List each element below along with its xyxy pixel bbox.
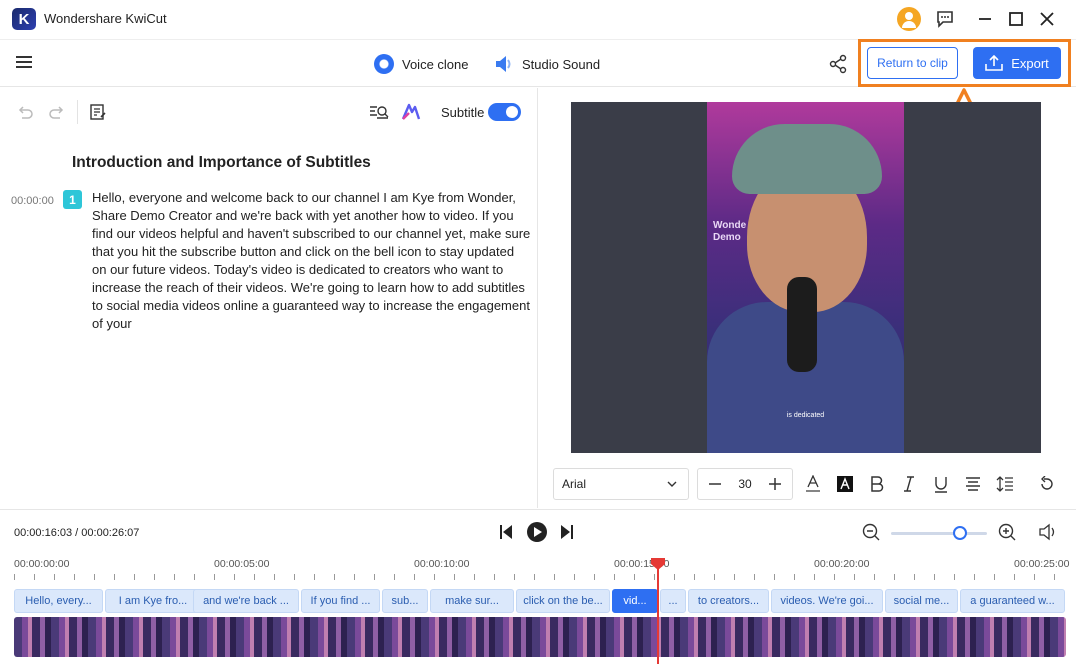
document-title: Introduction and Importance of Subtitles [72,154,371,171]
undo-icon[interactable] [15,102,35,122]
subtitle-clip-active[interactable]: vid... [612,589,658,613]
video-subtitle-caption: is dedicated [786,412,825,419]
app-logo-icon: K [12,8,36,30]
align-center-icon[interactable] [962,473,984,495]
subtitle-clip[interactable]: a guaranteed w... [960,589,1065,613]
ruler-tick-label: 00:00:10:00 [414,558,470,570]
find-replace-icon[interactable] [369,102,389,122]
video-thumbnail-track[interactable] [14,617,1066,657]
studio-sound-icon [494,54,514,74]
timecode-display: 00:00:16:03 / 00:00:26:07 [14,527,140,539]
reset-icon[interactable] [1036,473,1058,495]
video-frame[interactable]: Wonde Demo is dedicated [707,102,904,453]
background-brand-text: Wonde Demo [713,220,747,243]
font-size-stepper[interactable]: 30 [697,468,793,500]
export-button[interactable]: Export [973,47,1061,79]
voice-clone-button[interactable]: Voice clone [374,53,469,75]
share-icon[interactable] [828,54,848,79]
close-icon[interactable] [1036,8,1058,30]
ruler-tick-label: 00:00:25:00 [1014,558,1070,570]
edit-document-icon[interactable] [88,102,108,122]
speaker-cap [732,124,882,194]
font-family-select[interactable]: Arial [553,468,689,500]
underline-icon[interactable] [930,473,952,495]
subtitle-clip[interactable]: to creators... [688,589,769,613]
subtitle-clip[interactable]: and we're back ... [193,589,299,613]
user-avatar-icon[interactable] [897,7,921,31]
subtitle-clip[interactable]: ... [660,589,686,613]
app-title: Wondershare KwiCut [44,11,167,26]
ai-tool-icon[interactable] [401,102,421,122]
studio-sound-label: Studio Sound [522,56,601,72]
zoom-slider-track[interactable] [891,532,987,535]
playhead-line[interactable] [657,566,659,664]
volume-icon[interactable] [1038,523,1058,546]
maximize-icon[interactable] [1005,8,1027,30]
subtitle-clip-track: Hello, every... I am Kye fro... and we'r… [14,589,1066,613]
background-color-icon[interactable] [834,473,856,495]
toolbar-divider [77,100,78,124]
font-family-value: Arial [562,477,587,491]
redo-icon[interactable] [47,102,67,122]
microphone [787,277,817,372]
ruler-tick-label: 00:00:00:00 [14,558,70,570]
italic-icon[interactable] [898,473,920,495]
subtitle-clip[interactable]: If you find ... [301,589,380,613]
export-label: Export [1011,55,1049,71]
app-window: K Wondershare KwiCut Voice clone Studio [0,0,1076,672]
ruler-tick-label: 00:00:20:00 [814,558,870,570]
upload-icon [985,55,1004,71]
playback-bar: 00:00:16:03 / 00:00:26:07 [0,509,1076,556]
feedback-icon[interactable] [934,8,956,30]
transcript-panel: Subtitle Introduction and Importance of … [0,88,538,508]
return-to-clip-button[interactable]: Return to clip [867,47,958,79]
zoom-slider-handle[interactable] [953,526,968,540]
subtitle-clip[interactable]: videos. We're goi... [771,589,883,613]
bold-icon[interactable] [866,473,888,495]
increase-size-icon[interactable] [766,475,784,493]
subtitle-clip[interactable]: social me... [885,589,958,613]
minimize-icon[interactable] [974,8,996,30]
subtitle-toggle-label: Subtitle [441,105,485,120]
subtitle-clip[interactable]: I am Kye fro... [105,589,201,613]
segment-text[interactable]: Hello, everyone and welcome back to our … [92,189,532,333]
ruler-ticks [14,570,1064,580]
segment-timestamp: 00:00:00 [11,195,54,207]
subtitle-clip[interactable]: click on the be... [516,589,610,613]
zoom-out-icon[interactable] [862,523,880,546]
zoom-in-icon[interactable] [998,523,1016,546]
subtitle-clip[interactable]: make sur... [430,589,514,613]
menu-icon[interactable] [16,56,34,70]
decrease-size-icon[interactable] [706,475,724,493]
ruler-tick-label: 00:00:05:00 [214,558,270,570]
voice-clone-icon [374,54,394,74]
next-icon[interactable] [560,524,574,545]
font-color-icon[interactable] [802,473,824,495]
subtitle-clip[interactable]: sub... [382,589,428,613]
segment-index-badge: 1 [63,190,82,209]
play-icon[interactable] [526,521,548,548]
font-size-value[interactable]: 30 [728,477,762,491]
chevron-down-icon [667,481,677,487]
title-bar: K Wondershare KwiCut [0,0,1076,38]
previous-icon[interactable] [499,524,513,545]
studio-sound-button[interactable]: Studio Sound [494,53,600,75]
subtitle-toggle[interactable] [488,103,521,121]
line-spacing-icon[interactable] [994,473,1016,495]
voice-clone-label: Voice clone [402,56,469,72]
subtitle-clip[interactable]: Hello, every... [14,589,103,613]
